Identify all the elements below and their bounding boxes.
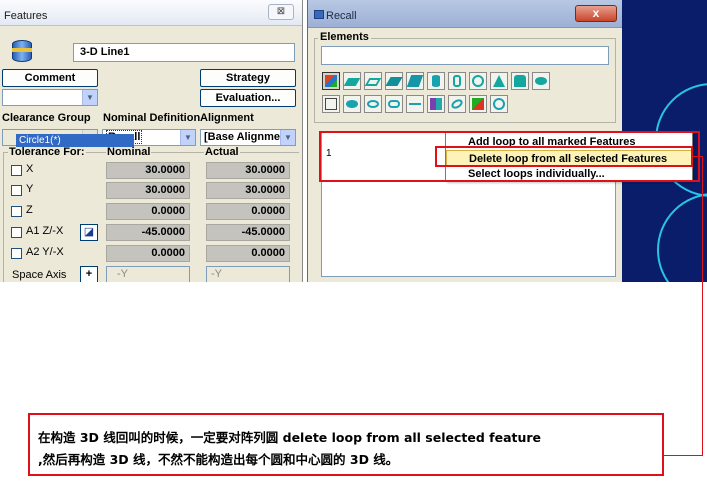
z-actual-value: 0.0000: [206, 203, 290, 220]
curve-surface-icon[interactable]: [469, 95, 487, 113]
space-axis-nominal-select[interactable]: -Y: [106, 266, 190, 282]
nominal-column-header: Nominal: [106, 146, 152, 158]
box-feature-icon[interactable]: [406, 72, 424, 90]
step-feature-icon[interactable]: [511, 72, 529, 90]
alignment-label: Alignment: [200, 112, 254, 124]
alignment-select[interactable]: [Base Alignme ▼: [200, 129, 296, 146]
a1-tolerance-checkbox[interactable]: [11, 227, 22, 238]
plane-outline-icon[interactable]: [364, 72, 382, 90]
cone-icon[interactable]: [490, 72, 508, 90]
actual-column-header: Actual: [204, 146, 240, 158]
cube-outline-icon[interactable]: [322, 95, 340, 113]
a1-nominal-value: -45.0000: [106, 224, 190, 241]
x-tolerance-checkbox[interactable]: [11, 165, 22, 176]
all-features-icon[interactable]: [322, 72, 340, 90]
space-axis-label: Space Axis: [12, 269, 67, 281]
a2-axis-label: A2 Y/-X: [26, 246, 64, 258]
y-tolerance-checkbox[interactable]: [11, 185, 22, 196]
space-axis-nominal-value: -Y: [117, 268, 128, 280]
circle-icon[interactable]: [469, 72, 487, 90]
a2-actual-value: 0.0000: [206, 245, 290, 262]
cylinder-outline-icon[interactable]: [448, 72, 466, 90]
x-actual-value: 30.0000: [206, 162, 290, 179]
evaluation-button[interactable]: Evaluation...: [200, 89, 296, 107]
plane-feature-icon[interactable]: [343, 72, 361, 90]
z-axis-label: Z: [26, 204, 33, 216]
callout-connector-vertical: [702, 156, 703, 455]
space-axis-actual-value: -Y: [211, 268, 222, 280]
z-tolerance-checkbox[interactable]: [11, 206, 22, 217]
tolerance-group-border-left: [3, 152, 4, 282]
annotation-note: 在构造 3D 线回叫的时候，一定要对阵列圆 delete loop from a…: [28, 413, 664, 476]
distance-icon[interactable]: [406, 95, 424, 113]
callout-connector-bottom: [663, 455, 703, 456]
highlight-frame-menu-item: [435, 146, 693, 167]
tolerance-for-label: Tolerance For:: [8, 146, 86, 158]
angle-swap-icon[interactable]: ◪: [80, 224, 98, 241]
feature-name-field[interactable]: 3-D Line1: [73, 43, 295, 62]
z-nominal-value: 0.0000: [106, 203, 190, 220]
x-nominal-value: 30.0000: [106, 162, 190, 179]
a2-tolerance-checkbox[interactable]: [11, 248, 22, 259]
clearance-group-select[interactable]: ▼: [2, 89, 98, 106]
ellipse-icon[interactable]: [448, 95, 466, 113]
elements-filter-input[interactable]: [321, 46, 609, 65]
recall-window-title: Recall: [326, 10, 357, 22]
annotation-line-2: ,然后再构造 3D 线，不然不能构造出每个圆和中心圆的 3D 线。: [38, 452, 399, 467]
recall-title-bar[interactable]: Recall x: [308, 0, 622, 28]
list-item-selected[interactable]: Circle1(*): [16, 134, 134, 147]
strategy-button[interactable]: Strategy: [200, 69, 296, 87]
surface-feature-icon[interactable]: [385, 72, 403, 90]
refresh-circle-icon[interactable]: [490, 95, 508, 113]
torus-icon[interactable]: [364, 95, 382, 113]
slot-icon[interactable]: [385, 95, 403, 113]
clearance-group-label: Clearance Group: [2, 112, 91, 124]
ellipsoid-icon[interactable]: [532, 72, 550, 90]
disc-icon[interactable]: [343, 95, 361, 113]
comment-button[interactable]: Comment: [2, 69, 98, 87]
chevron-down-icon[interactable]: ▼: [82, 90, 97, 105]
x-axis-label: X: [26, 163, 34, 175]
y-axis-label: Y: [26, 183, 34, 195]
a2-nominal-value: 0.0000: [106, 245, 190, 262]
space-axis-plus-button[interactable]: +: [80, 266, 98, 282]
space-axis-actual-select[interactable]: -Y: [206, 266, 290, 282]
features-window-title: Features: [4, 10, 48, 22]
cylinder-feature-icon: [10, 36, 34, 66]
cylinder-icon[interactable]: [427, 72, 445, 90]
recall-close-button[interactable]: x: [575, 5, 617, 22]
features-close-button[interactable]: ⊠: [268, 4, 294, 20]
nominal-definition-label: Nominal Definition: [103, 112, 201, 124]
a1-actual-value: -45.0000: [206, 224, 290, 241]
y-nominal-value: 30.0000: [106, 182, 190, 199]
recall-app-icon: [314, 10, 324, 19]
a1-axis-label: A1 Z/-X: [26, 225, 64, 237]
chevron-down-icon[interactable]: ▼: [280, 130, 295, 145]
elements-label: Elements: [318, 31, 371, 43]
features-title-bar[interactable]: Features ⊠: [0, 0, 302, 26]
annotation-line-1: 在构造 3D 线回叫的时候，一定要对阵列圆 delete loop from a…: [38, 430, 542, 445]
chevron-down-icon[interactable]: ▼: [180, 130, 195, 145]
pattern-icon[interactable]: [427, 95, 445, 113]
alignment-value: [Base Alignme: [204, 131, 281, 143]
y-actual-value: 30.0000: [206, 182, 290, 199]
